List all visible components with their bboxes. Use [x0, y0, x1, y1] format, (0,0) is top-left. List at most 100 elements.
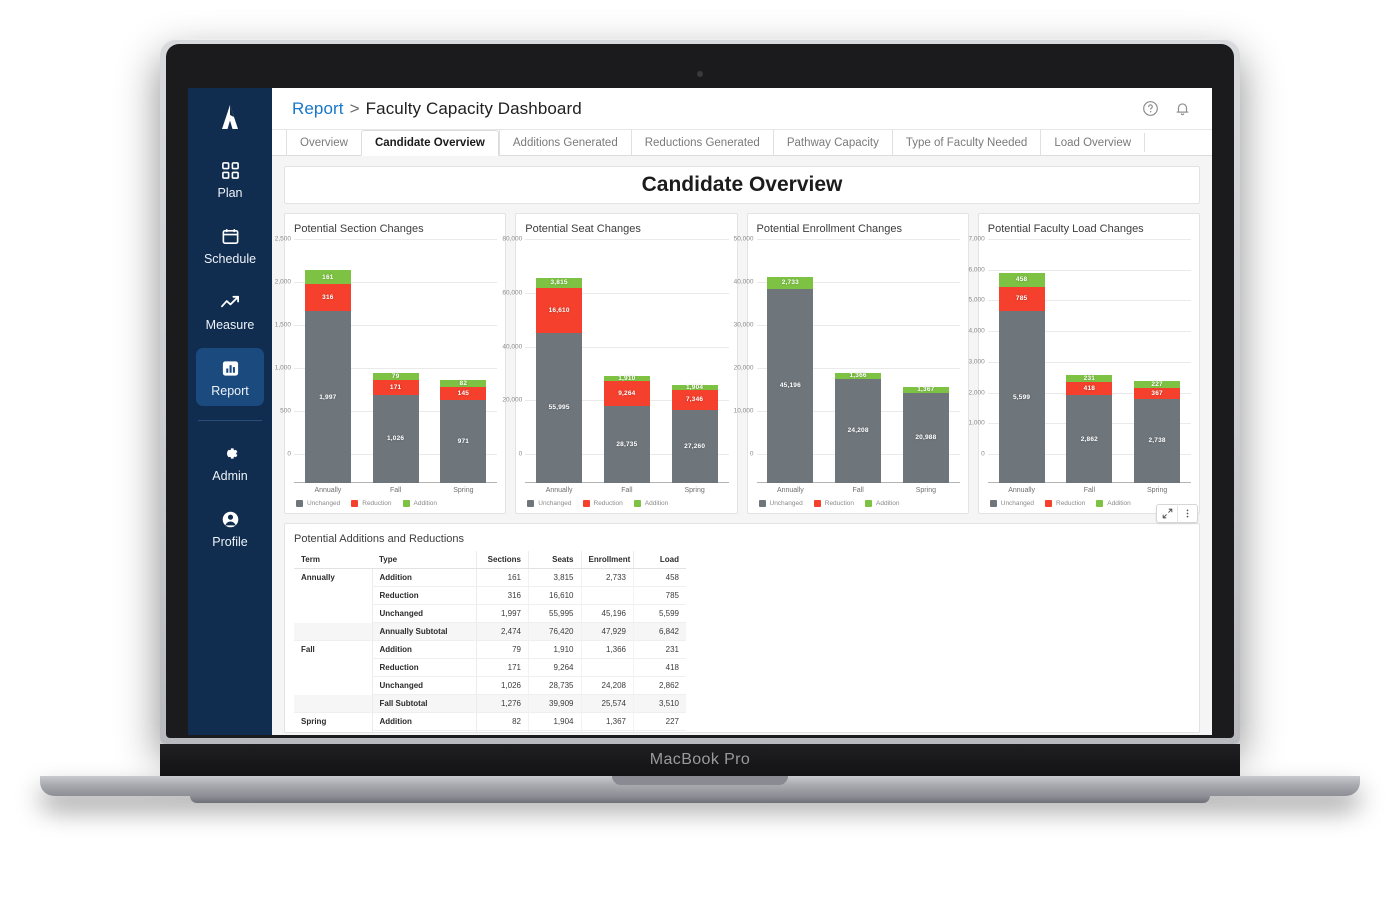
cell-enrollment	[580, 658, 634, 677]
bar-segment-reduction[interactable]: 171	[372, 380, 419, 395]
cell-term: Annually	[294, 568, 373, 587]
bar-segment-reduction[interactable]: 7,346	[671, 390, 718, 410]
chart-card-enrollment-changes: Potential Enrollment Changes 0 10,000 20,0…	[734, 213, 969, 514]
bar-segment-addition[interactable]: 458	[998, 272, 1045, 287]
user-icon	[221, 508, 240, 530]
sidebar-item-admin[interactable]: Admin	[196, 433, 264, 491]
col-term: Term	[294, 551, 372, 569]
tab-load-overview[interactable]: Load Overview	[1040, 130, 1144, 155]
table-row[interactable]: Unchanged 1,997 55,995 45,196 5,599	[294, 604, 686, 623]
bar-stack[interactable]: 1,366 24,208	[835, 239, 882, 483]
legend-item[interactable]: Unchanged	[989, 500, 1034, 507]
bar-value-label: 316	[322, 294, 334, 302]
legend-item[interactable]: Unchanged	[527, 500, 572, 507]
legend-item[interactable]: Reduction	[813, 500, 854, 507]
bar-stack[interactable]: 79 171 1,026	[372, 239, 419, 483]
brand-logo[interactable]	[215, 102, 245, 132]
bar-segment-unchanged[interactable]: 2,862	[1066, 395, 1113, 483]
bar-segment-reduction[interactable]: 367	[1134, 387, 1181, 399]
bar-stack[interactable]: 231 418 2,862	[1066, 239, 1113, 483]
x-axis-labels: Annually Fall Spring	[525, 487, 728, 494]
legend-item[interactable]: Reduction	[582, 500, 623, 507]
sidebar-item-schedule[interactable]: Schedule	[196, 216, 264, 274]
sidebar-item-plan[interactable]: Plan	[196, 150, 264, 208]
bar-stack[interactable]: 1,910 9,264 28,735	[603, 239, 650, 483]
bar-segment-addition[interactable]: 82	[440, 379, 487, 388]
legend-item[interactable]: Unchanged	[296, 500, 340, 507]
more-vertical-icon[interactable]	[1177, 504, 1197, 523]
help-circle-icon[interactable]	[1136, 95, 1164, 123]
y-axis-tick-label: 50,000	[733, 235, 754, 243]
table-row[interactable]: Reduction 316 16,610 785	[294, 586, 686, 605]
bar-segment-unchanged[interactable]: 45,196	[767, 288, 814, 483]
legend-item[interactable]: Unchanged	[758, 500, 803, 507]
bar-stack[interactable]: 3,815 16,610 55,995	[536, 239, 583, 483]
bar-segment-unchanged[interactable]: 971	[440, 399, 487, 483]
bar-segment-addition[interactable]: 231	[1066, 375, 1113, 383]
legend-item[interactable]: Addition	[865, 500, 900, 507]
bar-segment-reduction[interactable]: 9,264	[603, 380, 650, 406]
legend-item[interactable]: Reduction	[351, 500, 392, 507]
bar-segment-unchanged[interactable]: 2,738	[1134, 398, 1181, 483]
bar-stack[interactable]: 1,367 20,988	[902, 239, 949, 483]
table-row[interactable]: Unchanged 1,026 28,735 24,208 2,862	[294, 676, 686, 695]
stacked-bar-chart[interactable]: 0 1,000 2,000 3,000 4,000 5,000 6,000 7,000 458 7…	[968, 236, 1191, 494]
legend-item[interactable]: Addition	[1096, 500, 1131, 507]
tab-pathway-capacity[interactable]: Pathway Capacity	[772, 130, 892, 155]
bar-segment-addition[interactable]: 161	[304, 270, 351, 285]
cell-load: 458	[633, 568, 686, 587]
bar-segment-reduction[interactable]: 785	[998, 286, 1045, 312]
tab-reductions-generated[interactable]: Reductions Generated	[630, 130, 773, 155]
bar-segment-unchanged[interactable]: 20,988	[902, 392, 949, 483]
table-row[interactable]: Annually Subtotal 2,474 76,420 47,929 6,842	[294, 622, 686, 641]
table-row[interactable]: Reduction 171 9,264 418	[294, 658, 686, 677]
legend-item[interactable]: Reduction	[1045, 500, 1085, 507]
calendar-icon	[221, 225, 240, 247]
bar-stack[interactable]: 458 785 5,599	[998, 239, 1045, 483]
bar-segment-addition[interactable]: 3,815	[536, 277, 583, 288]
bar-segment-unchanged[interactable]: 27,260	[671, 409, 718, 483]
bell-icon[interactable]	[1168, 95, 1196, 123]
table-row[interactable]: Reduction1457,346 367	[294, 730, 686, 732]
bar-segment-unchanged[interactable]: 1,026	[372, 394, 419, 483]
legend-item[interactable]: Addition	[633, 500, 668, 507]
breadcrumb-report-link[interactable]: Report	[292, 99, 344, 118]
bar-segment-unchanged[interactable]: 28,735	[603, 405, 650, 483]
bar-stack[interactable]: 1,904 7,346 27,260	[671, 239, 718, 483]
x-axis-tick-label: Spring	[453, 487, 474, 494]
bar-segment-unchanged[interactable]: 5,599	[998, 311, 1045, 483]
sidebar-item-report[interactable]: Report	[196, 348, 264, 406]
bar-value-label: 27,260	[684, 442, 706, 450]
stacked-bar-chart[interactable]: 0 10,000 20,000 30,000 40,000 50,000 2,733 45,1…	[734, 236, 960, 494]
bar-segment-reduction[interactable]: 418	[1066, 382, 1113, 396]
sidebar-item-profile[interactable]: Profile	[196, 499, 264, 557]
table-row[interactable]: Annually Addition 161 3,815 2,733 458	[294, 568, 686, 587]
table-row[interactable]: Spring Addition 82 1,904 1,367 227	[294, 712, 686, 731]
stacked-bar-chart[interactable]: 0 20,000 40,000 60,000 80,000 3,815 16,610 55,9…	[502, 236, 729, 494]
table-row[interactable]: Fall Subtotal 1,276 39,909 25,574 3,510	[294, 694, 686, 713]
bar-stack[interactable]: 82 145 971	[440, 239, 487, 483]
tab-candidate-overview[interactable]: Candidate Overview	[360, 130, 499, 156]
bar-segment-addition[interactable]: 2,733	[767, 276, 814, 289]
bar-segment-addition[interactable]: 227	[1134, 381, 1181, 388]
tab-additions-generated[interactable]: Additions Generated	[498, 130, 631, 155]
bar-segment-unchanged[interactable]: 1,997	[304, 311, 351, 483]
gear-icon	[221, 442, 240, 464]
expand-arrows-icon[interactable]	[1157, 504, 1177, 523]
bar-segment-unchanged[interactable]: 55,995	[536, 332, 583, 483]
bar-segment-reduction[interactable]: 316	[304, 284, 351, 312]
sidebar-item-measure[interactable]: Measure	[196, 282, 264, 340]
bar-stack[interactable]: 2,733 45,196	[767, 239, 814, 483]
stacked-bar-chart[interactable]: 0 500 1,000 1,500 2,000 2,500 161 316 1,997 79 171…	[275, 236, 498, 494]
tab-type-of-faculty-needed[interactable]: Type of Faculty Needed	[891, 130, 1040, 155]
bar-segment-reduction[interactable]: 16,610	[536, 287, 583, 333]
legend-item[interactable]: Addition	[402, 500, 437, 507]
bar-segment-reduction[interactable]: 145	[440, 387, 487, 400]
table-row[interactable]: Fall Addition 79 1,910 1,366 231	[294, 640, 686, 659]
tab-overview[interactable]: Overview	[286, 130, 361, 155]
bar-stack[interactable]: 161 316 1,997	[304, 239, 351, 483]
bar-segment-addition[interactable]: 79	[372, 373, 419, 380]
bar-segment-unchanged[interactable]: 24,208	[835, 378, 882, 483]
bar-stack[interactable]: 227 367 2,738	[1134, 239, 1181, 483]
bar-value-label: 16,610	[548, 306, 570, 314]
